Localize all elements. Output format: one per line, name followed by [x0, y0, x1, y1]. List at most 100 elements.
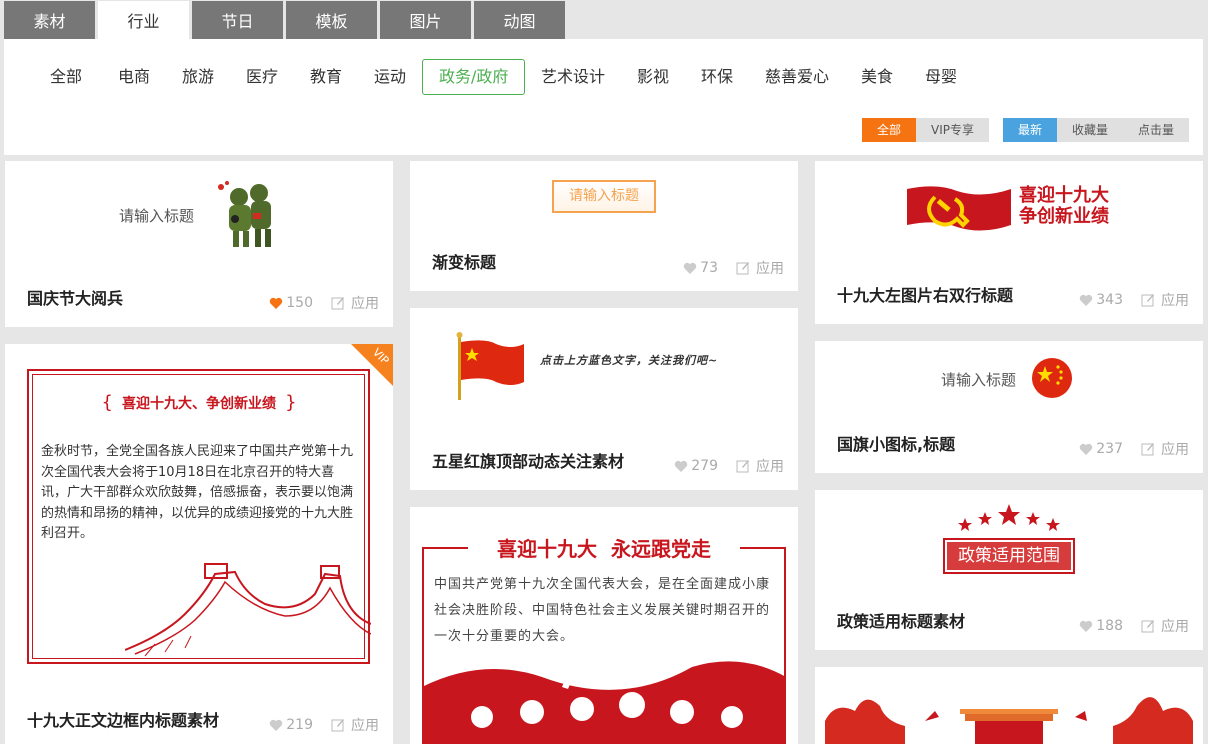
category-art-design[interactable]: 艺术设计	[541, 59, 605, 95]
apply-button[interactable]: 应用	[1141, 290, 1189, 310]
title-placeholder: 请输入标题	[941, 371, 1017, 389]
frame-body: 金秋时节，全党全国各族人民迎来了中国共产党第十九次全国代表大会将于10月18日在…	[41, 444, 354, 541]
scope-filter: 全部 VIP专享	[862, 118, 989, 142]
apply-label: 应用	[1161, 619, 1189, 635]
heart-icon[interactable]	[1079, 620, 1093, 633]
sort-favorites-button[interactable]: 收藏量	[1057, 118, 1123, 142]
tab-muban[interactable]: 模板	[286, 1, 377, 39]
card-meta: 343 应用	[1079, 290, 1189, 310]
card-title: 五星红旗顶部动态关注素材	[432, 452, 625, 471]
apply-button[interactable]: 应用	[331, 293, 379, 313]
apply-label: 应用	[756, 261, 784, 277]
apply-label: 应用	[1161, 442, 1189, 458]
edit-icon	[736, 262, 749, 275]
title-line-1: 喜迎十九大	[1019, 185, 1109, 206]
material-card[interactable]: 政策适用范围 政策适用标题素材 188 应用	[815, 490, 1203, 650]
sort-newest-button[interactable]: 最新	[1003, 118, 1057, 142]
category-sports[interactable]: 运动	[374, 59, 406, 95]
card-meta: 279 应用	[674, 456, 784, 476]
filter-all-button[interactable]: 全部	[862, 118, 916, 142]
card-title: 国庆节大阅兵	[27, 289, 124, 308]
material-card[interactable]: 点击上方蓝色文字，关注我们吧~ 五星红旗顶部动态关注素材 279 应用	[410, 308, 798, 490]
tiananmen-illustration	[825, 697, 1193, 744]
apply-button[interactable]: 应用	[1141, 439, 1189, 459]
apply-button[interactable]: 应用	[736, 456, 784, 476]
party-flag-icon	[907, 186, 1011, 231]
apply-label: 应用	[351, 718, 379, 734]
sort-clicks-button[interactable]: 点击量	[1123, 118, 1189, 142]
like-count: 188	[1096, 618, 1123, 634]
material-card[interactable]	[815, 667, 1203, 744]
double-line-title: 喜迎十九大 争创新业绩	[1019, 185, 1109, 227]
material-card[interactable]: 喜迎十九大 永远跟党走 中国共产党第十九次全国代表大会，是在全面建成小康社会决胜…	[410, 507, 798, 744]
card-title: 十九大正文边框内标题素材	[27, 711, 220, 730]
category-education[interactable]: 教育	[310, 59, 342, 95]
edit-icon	[736, 460, 749, 473]
tab-hangye[interactable]: 行业	[98, 1, 189, 39]
filter-vip-button[interactable]: VIP专享	[916, 118, 989, 142]
apply-button[interactable]: 应用	[331, 715, 379, 735]
category-film[interactable]: 影视	[637, 59, 669, 95]
red-flag-icon	[456, 332, 524, 400]
tab-dongtu[interactable]: 动图	[474, 1, 565, 39]
top-tabs: 素材 行业 节日 模板 图片 动图	[4, 1, 568, 39]
category-ecommerce[interactable]: 电商	[118, 59, 150, 95]
card-meta: 237 应用	[1079, 439, 1189, 459]
people-illustration	[422, 661, 786, 744]
tab-tupian[interactable]: 图片	[380, 1, 471, 39]
material-card[interactable]: 请输入标题 渐变标题 73 应用	[410, 161, 798, 291]
card-meta: 188 应用	[1079, 616, 1189, 636]
like-count: 219	[286, 717, 313, 733]
like-count: 279	[691, 458, 718, 474]
national-flag-icon	[1032, 358, 1072, 398]
category-panel: 全部 电商 旅游 医疗 教育 运动 政务/政府 艺术设计 影视 环保 慈善爱心 …	[4, 39, 1203, 155]
material-card[interactable]: VIP { 喜迎十九大、争创新业绩 } 金秋时节，全党全国各族人民迎来了中国共产…	[5, 344, 393, 744]
heart-icon[interactable]	[1079, 443, 1093, 456]
category-charity[interactable]: 慈善爱心	[765, 59, 829, 95]
apply-button[interactable]: 应用	[736, 258, 784, 278]
gradient-title-box: 请输入标题	[552, 180, 656, 213]
policy-banner: 政策适用范围	[943, 538, 1075, 574]
tab-sucai[interactable]: 素材	[4, 1, 95, 39]
edit-icon	[331, 719, 344, 732]
category-travel[interactable]: 旅游	[182, 59, 214, 95]
frame-heading: 喜迎十九大、争创新业绩	[122, 396, 276, 412]
heart-icon[interactable]	[269, 297, 283, 310]
card-title: 渐变标题	[432, 253, 497, 272]
follow-text: 点击上方蓝色文字，关注我们吧~	[540, 354, 719, 367]
apply-label: 应用	[1161, 293, 1189, 309]
soldiers-illustration	[218, 181, 271, 247]
title-placeholder: 请输入标题	[119, 207, 195, 225]
tab-jieri[interactable]: 节日	[192, 1, 283, 39]
material-card[interactable]: 喜迎十九大 争创新业绩 十九大左图片右双行标题 343 应用	[815, 161, 1203, 324]
apply-button[interactable]: 应用	[1141, 616, 1189, 636]
category-all[interactable]: 全部	[50, 59, 82, 95]
like-count: 343	[1096, 292, 1123, 308]
like-count: 150	[286, 295, 313, 311]
card-meta: 73 应用	[683, 258, 784, 278]
heart-icon[interactable]	[1079, 294, 1093, 307]
category-baby[interactable]: 母婴	[925, 59, 957, 95]
apply-label: 应用	[351, 296, 379, 312]
card-meta: 150 应用	[269, 293, 379, 313]
card-title: 国旗小图标,标题	[837, 435, 956, 454]
edit-icon	[1141, 620, 1154, 633]
like-count: 73	[700, 260, 718, 276]
like-count: 237	[1096, 441, 1123, 457]
heart-icon[interactable]	[674, 460, 688, 473]
frame-body: 中国共产党第十九次全国代表大会，是在全面建成小康社会决胜阶段、中国特色社会主义发…	[434, 577, 771, 644]
heart-icon[interactable]	[269, 719, 283, 732]
sort-filter: 最新 收藏量 点击量	[1003, 118, 1189, 142]
material-card[interactable]: 请输入标题 国庆节大阅兵 150 应用	[5, 161, 393, 327]
stars-decoration	[958, 504, 1060, 531]
category-medical[interactable]: 医疗	[246, 59, 278, 95]
card-title: 政策适用标题素材	[837, 612, 966, 631]
category-food[interactable]: 美食	[861, 59, 893, 95]
banner-text: 政策适用范围	[947, 542, 1071, 570]
heart-icon[interactable]	[683, 262, 697, 275]
category-environment[interactable]: 环保	[701, 59, 733, 95]
card-meta: 219 应用	[269, 715, 379, 735]
category-government[interactable]: 政务/政府	[422, 59, 526, 95]
material-card[interactable]: 请输入标题 国旗小图标,标题 237 应用	[815, 341, 1203, 473]
frame-heading: 喜迎十九大 永远跟党走	[497, 537, 711, 561]
